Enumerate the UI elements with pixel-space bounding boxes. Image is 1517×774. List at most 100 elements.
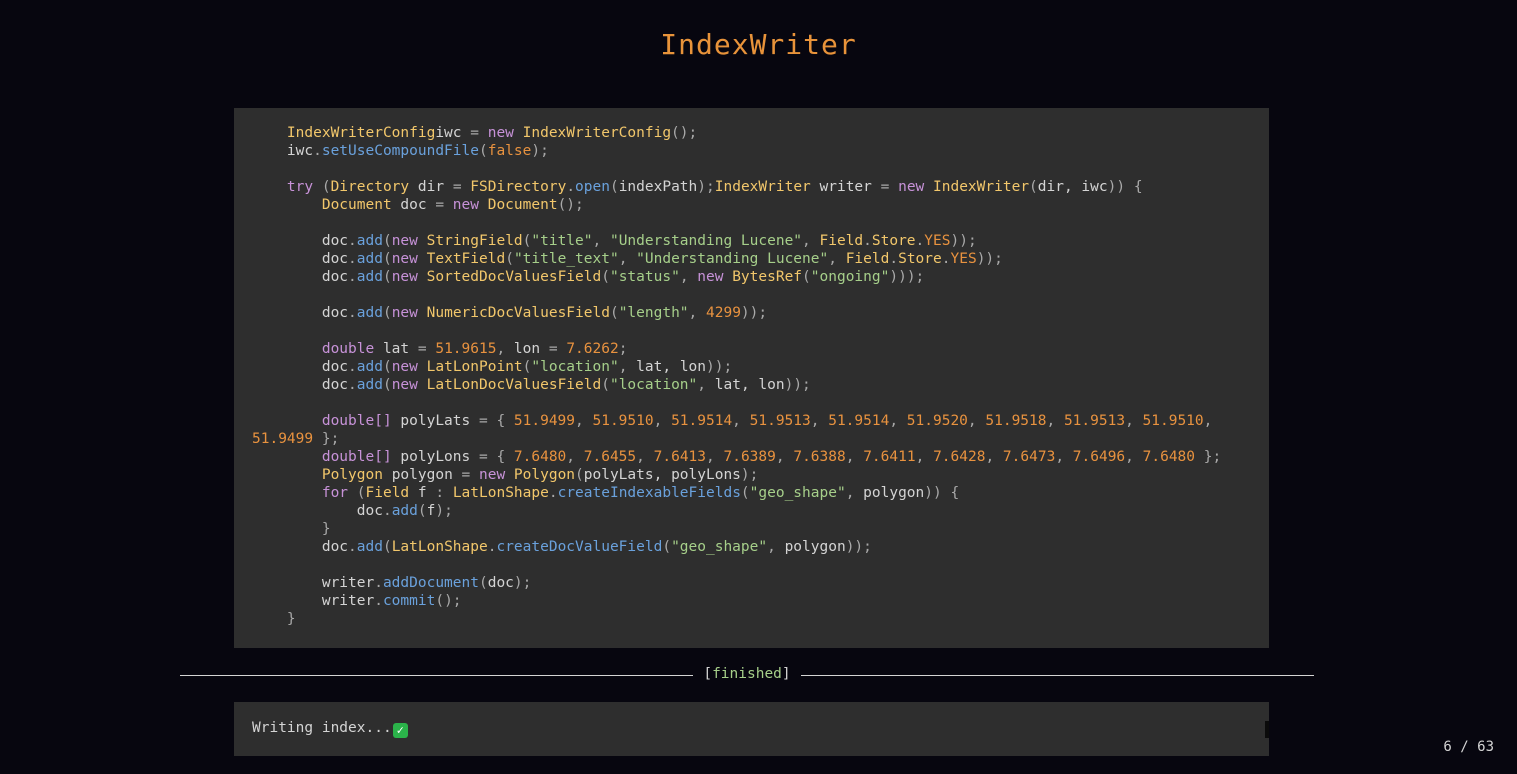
code-line: 51.9499 };: [252, 430, 1269, 448]
code-token: ,: [688, 305, 706, 321]
code-token: doc: [252, 251, 349, 267]
code-token: add: [356, 251, 383, 267]
code-token: YES: [924, 233, 951, 249]
code-token: ,: [845, 449, 864, 465]
code-token: 7.6262: [566, 341, 619, 357]
code-token: double[]: [252, 449, 401, 465]
code-token: ,: [915, 449, 934, 465]
code-token: ,: [732, 413, 750, 429]
code-token: Field: [845, 251, 890, 267]
code-token: LatLonShape: [391, 539, 488, 555]
code-token: ,: [575, 413, 593, 429]
code-token: new: [391, 305, 427, 321]
code-token: 4299: [706, 305, 741, 321]
code-token: iwc: [252, 143, 314, 159]
code-token: =: [452, 179, 471, 195]
code-token: add: [356, 359, 383, 375]
code-token: .: [348, 377, 357, 393]
code-token: 7.6480: [1142, 449, 1196, 465]
code-token: 51.9514: [671, 413, 733, 429]
code-token: double[]: [252, 413, 401, 429]
code-token: ();: [557, 197, 584, 213]
code-token: 51.9615: [435, 341, 497, 357]
code-token: ,: [653, 413, 672, 429]
code-token: ,: [618, 251, 637, 267]
code-token: new: [697, 269, 733, 285]
code-token: (: [382, 233, 392, 249]
code-token: ));: [784, 377, 811, 393]
code-token: ,: [967, 413, 986, 429]
code-token: .: [348, 251, 357, 267]
code-token: (: [662, 539, 672, 555]
code-token: );: [513, 575, 532, 591]
code-token: Store: [898, 251, 942, 267]
code-token: (: [478, 575, 488, 591]
code-line: doc.add(new StringField("title", "Unders…: [252, 232, 1269, 250]
code-token: }: [252, 611, 296, 627]
code-token: (: [356, 485, 366, 501]
code-token: 51.9513: [749, 413, 811, 429]
code-token: BytesRef: [732, 269, 803, 285]
code-token: 51.9510: [1142, 413, 1204, 429]
code-token: writer: [252, 593, 375, 609]
code-token: dir, iwc: [1037, 179, 1108, 195]
code-token: .: [374, 593, 383, 609]
code-token: )) {: [1107, 179, 1143, 195]
code-token: =: [461, 467, 479, 483]
code-token: new: [487, 125, 523, 141]
code-token: polygon: [391, 467, 462, 483]
code-token: doc: [252, 503, 383, 519]
code-line: }: [252, 520, 1269, 538]
code-token: )) {: [924, 485, 960, 501]
code-token: indexPath: [618, 179, 698, 195]
code-token: LatLonDocValuesField: [426, 377, 602, 393]
divider-status-text: finished: [712, 666, 782, 682]
output-divider: [finished]: [180, 666, 1314, 684]
code-token: ,: [767, 539, 785, 555]
code-token: Document: [487, 197, 558, 213]
code-token: lat: [382, 341, 418, 357]
code-token: ,: [592, 233, 610, 249]
code-line: IndexWriterConfigiwc = new IndexWriterCo…: [252, 124, 1269, 142]
code-token: "Understanding Lucene": [609, 233, 803, 249]
code-token: lat, lon: [714, 377, 785, 393]
code-token: IndexWriter: [714, 179, 820, 195]
code-token: ));: [976, 251, 1003, 267]
code-token: );: [697, 179, 715, 195]
code-token: (: [601, 269, 610, 285]
code-line: double[] polyLons = { 7.6480, 7.6455, 7.…: [252, 448, 1269, 466]
code-token: try: [252, 179, 322, 195]
code-token: (: [321, 179, 331, 195]
code-token: Directory: [330, 179, 418, 195]
code-token: ));: [706, 359, 733, 375]
code-token: 51.9510: [592, 413, 654, 429]
code-token: doc: [487, 575, 514, 591]
code-token: 51.9518: [985, 413, 1047, 429]
code-token: (: [609, 305, 619, 321]
code-token: lon: [513, 341, 549, 357]
output-block: Writing index... ✓: [234, 702, 1269, 756]
code-token: .: [382, 503, 392, 519]
code-token: TextField: [426, 251, 506, 267]
code-token: (: [382, 539, 392, 555]
code-token: doc: [400, 197, 436, 213]
code-token: IndexWriterConfig: [252, 125, 436, 141]
code-token: .: [348, 233, 357, 249]
code-token: (: [505, 251, 514, 267]
code-token: =: [435, 197, 453, 213]
code-token: add: [356, 269, 383, 285]
code-token: );: [531, 143, 549, 159]
code-token: .: [889, 251, 899, 267]
code-token: =: [548, 341, 567, 357]
code-line: doc.add(new NumericDocValuesField("lengt…: [252, 304, 1269, 322]
code-token: IndexWriterConfig: [522, 125, 672, 141]
code-token: doc: [252, 359, 349, 375]
code-token: lat, lon: [636, 359, 707, 375]
code-token: ,: [496, 341, 514, 357]
code-token: createIndexableFields: [557, 485, 741, 501]
code-token: (: [382, 251, 392, 267]
code-token: 7.6389: [723, 449, 776, 465]
page-indicator: 6 / 63: [1443, 739, 1494, 755]
